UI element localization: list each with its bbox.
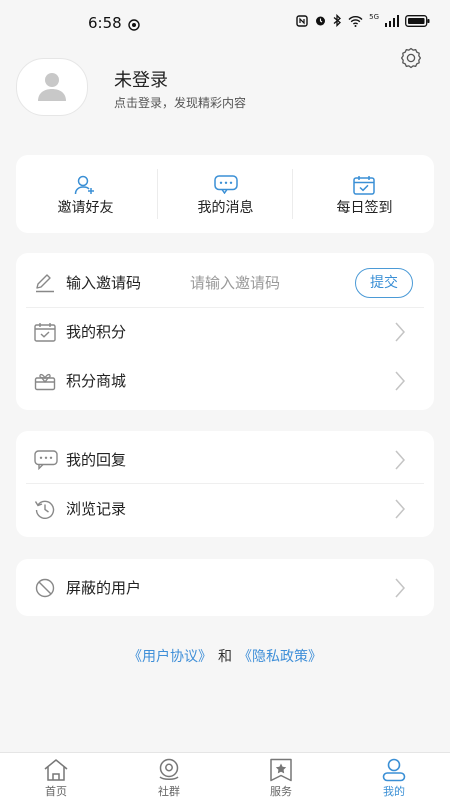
record-icon bbox=[128, 16, 140, 35]
network-type: 5G bbox=[369, 12, 379, 21]
menu-group-blocked: 屏蔽的用户 bbox=[16, 559, 434, 616]
blocked-users-row[interactable]: 屏蔽的用户 bbox=[16, 563, 434, 612]
status-bar: 6:58 5G bbox=[0, 0, 450, 44]
points-mall-label: 积分商城 bbox=[66, 372, 127, 390]
invite-friends-button[interactable]: 邀请好友 bbox=[16, 155, 155, 233]
history-clock-icon bbox=[34, 499, 56, 523]
my-messages-label: 我的消息 bbox=[197, 200, 254, 216]
browsing-history-row[interactable]: 浏览记录 bbox=[16, 484, 434, 533]
gift-box-icon bbox=[34, 371, 56, 395]
browsing-history-label: 浏览记录 bbox=[66, 500, 127, 518]
pencil-icon bbox=[34, 273, 56, 297]
daily-checkin-label: 每日签到 bbox=[336, 200, 393, 216]
my-points-label: 我的积分 bbox=[66, 323, 127, 341]
my-replies-label: 我的回复 bbox=[66, 451, 127, 469]
privacy-policy-link[interactable]: 《隐私政策》 bbox=[238, 649, 322, 665]
calendar-check-icon bbox=[353, 176, 375, 195]
invite-code-row: 输入邀请码 请输入邀请码 提交 bbox=[16, 258, 434, 307]
signal-icon bbox=[385, 14, 399, 27]
status-icons: 5G bbox=[296, 12, 430, 27]
agreement-links: 《用户协议》和《隐私政策》 bbox=[0, 646, 450, 666]
wifi-icon bbox=[348, 15, 363, 27]
reply-bubble-icon bbox=[34, 450, 58, 474]
battery-icon bbox=[405, 14, 430, 27]
menu-group-activity: 我的回复 浏览记录 bbox=[16, 431, 434, 537]
chevron-right-icon bbox=[394, 449, 406, 475]
tab-home[interactable]: 首页 bbox=[0, 753, 112, 801]
quick-actions-card: 邀请好友 我的消息 每日签到 bbox=[16, 155, 434, 233]
block-icon bbox=[34, 578, 56, 602]
my-replies-row[interactable]: 我的回复 bbox=[16, 435, 434, 484]
tab-community-label: 社群 bbox=[158, 785, 180, 798]
bottom-tab-bar: 首页 社群 服务 我的 bbox=[0, 752, 450, 801]
chevron-right-icon bbox=[394, 577, 406, 603]
message-icon bbox=[214, 175, 238, 194]
bookmark-star-icon bbox=[270, 758, 292, 782]
user-agreement-link[interactable]: 《用户协议》 bbox=[128, 649, 212, 665]
status-time: 6:58 bbox=[88, 14, 122, 32]
alarm-icon bbox=[316, 16, 326, 26]
points-calendar-icon bbox=[34, 322, 56, 346]
daily-checkin-button[interactable]: 每日签到 bbox=[295, 155, 434, 233]
profile-subtitle[interactable]: 点击登录，发现精彩内容 bbox=[114, 94, 246, 111]
avatar[interactable] bbox=[16, 58, 88, 116]
default-avatar-icon bbox=[38, 73, 66, 101]
community-icon bbox=[159, 758, 179, 780]
submit-button[interactable]: 提交 bbox=[355, 268, 413, 298]
tab-services-label: 服务 bbox=[270, 785, 292, 798]
tab-services[interactable]: 服务 bbox=[225, 753, 337, 801]
and-text: 和 bbox=[218, 649, 232, 665]
invite-friends-label: 邀请好友 bbox=[57, 200, 114, 216]
blocked-users-label: 屏蔽的用户 bbox=[66, 579, 142, 597]
tab-community[interactable]: 社群 bbox=[113, 753, 225, 801]
add-user-icon bbox=[74, 175, 94, 195]
profile-name[interactable]: 未登录 bbox=[114, 66, 168, 92]
profile-header[interactable]: 未登录 点击登录，发现精彩内容 bbox=[16, 56, 436, 118]
bluetooth-icon bbox=[333, 14, 342, 27]
chevron-right-icon bbox=[394, 498, 406, 524]
points-mall-row[interactable]: 积分商城 bbox=[16, 356, 434, 405]
tab-mine[interactable]: 我的 bbox=[338, 753, 450, 801]
divider bbox=[292, 169, 293, 219]
chevron-right-icon bbox=[394, 321, 406, 347]
my-points-row[interactable]: 我的积分 bbox=[16, 307, 434, 356]
menu-group-points: 输入邀请码 请输入邀请码 提交 我的积分 积分商城 bbox=[16, 253, 434, 410]
invite-code-input[interactable]: 请输入邀请码 bbox=[190, 272, 280, 293]
invite-code-label: 输入邀请码 bbox=[66, 274, 142, 292]
user-icon bbox=[382, 758, 406, 782]
tab-home-label: 首页 bbox=[45, 785, 67, 798]
chevron-right-icon bbox=[394, 370, 406, 396]
my-messages-button[interactable]: 我的消息 bbox=[156, 155, 295, 233]
nfc-icon bbox=[296, 14, 308, 27]
tab-mine-label: 我的 bbox=[383, 785, 405, 798]
home-icon bbox=[44, 759, 68, 781]
